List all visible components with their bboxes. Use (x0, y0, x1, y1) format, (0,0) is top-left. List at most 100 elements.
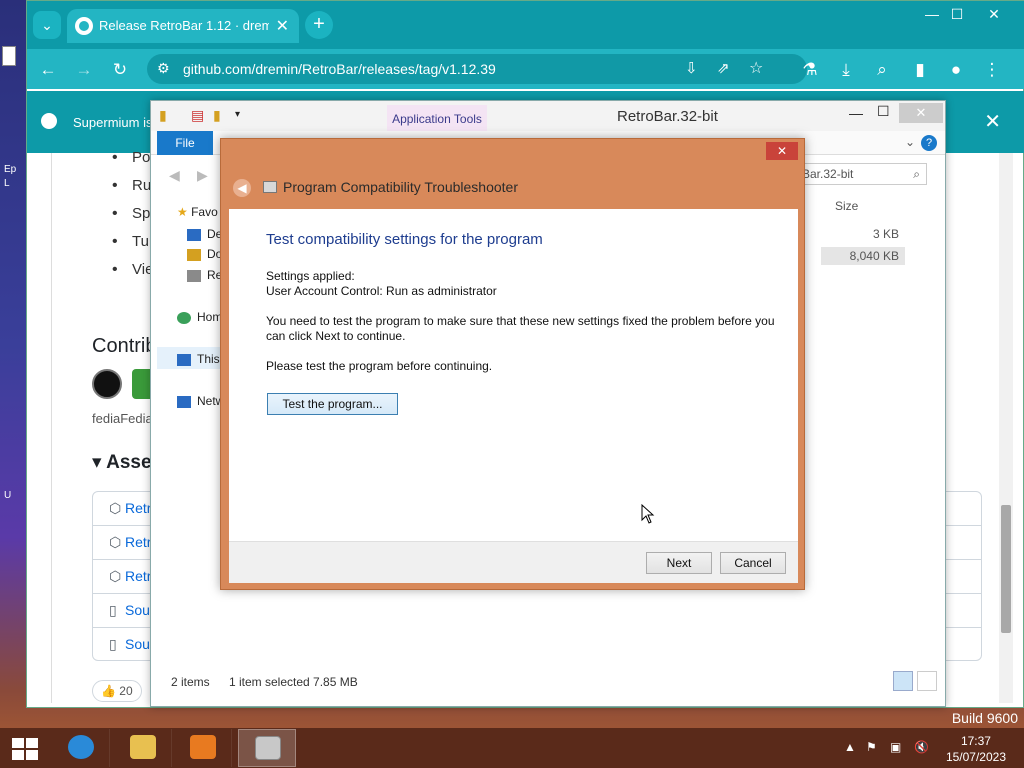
nav-network[interactable]: Netw (177, 394, 224, 408)
info-bar-close-button[interactable]: ✕ (984, 109, 1001, 134)
scrollbar-thumb[interactable] (1001, 505, 1011, 633)
forward-icon[interactable]: ▶ (197, 167, 208, 184)
profile-avatar-icon[interactable]: ● (945, 59, 967, 81)
help-icon[interactable]: ? (921, 135, 937, 151)
tab-title: Release RetroBar 1.12 · dremin/R (99, 18, 269, 33)
search-value: Bar.32-bit (802, 167, 854, 181)
quick-access-dropdown-icon[interactable]: ▾ (235, 109, 240, 120)
clock[interactable]: 17:37 15/07/2023 (946, 733, 1006, 765)
tab-active[interactable]: Release RetroBar 1.12 · dremin/R ✕ (67, 9, 299, 43)
large-icons-view-icon[interactable] (917, 671, 937, 691)
star-icon: ★ (177, 205, 192, 219)
status-selection: 1 item selected 7.85 MB (229, 675, 358, 689)
taskbar-ie[interactable] (52, 729, 110, 767)
ribbon-expand-icon[interactable]: ⌄ (905, 135, 915, 149)
file-zip-icon: ▯ (109, 636, 117, 652)
network-icon[interactable]: ▣ (890, 740, 901, 754)
info-bar-text: Supermium is (73, 115, 153, 130)
maximize-button[interactable]: ☐ (942, 5, 972, 25)
test-program-button[interactable]: Test the program... (267, 393, 398, 415)
side-panel-icon[interactable]: ▮ (909, 59, 931, 81)
nav-label: This (197, 352, 220, 366)
browser-toolbar: ← → ↻ ⚙ github.com/dremin/RetroBar/relea… (27, 49, 1024, 89)
avatar[interactable] (92, 369, 122, 399)
homegroup-icon (177, 311, 191, 324)
menu-kebab-icon[interactable]: ⋮ (981, 59, 1003, 81)
share-icon[interactable]: ⇗ (717, 59, 730, 77)
close-button[interactable]: ✕ (899, 103, 943, 123)
dialog-close-button[interactable]: ✕ (766, 142, 798, 160)
forward-icon[interactable]: → (73, 59, 95, 81)
nav-homegroup[interactable]: Hom (177, 310, 222, 324)
file-size: 8,040 KB (849, 249, 899, 263)
application-tools-tab[interactable]: Application Tools (387, 105, 487, 131)
tab-close-button[interactable]: ✕ (276, 16, 289, 36)
properties-icon[interactable]: ▤ (191, 107, 204, 124)
status-item-count: 2 items (171, 675, 210, 689)
windows-logo-pane (26, 738, 38, 748)
desktop-label: L (4, 178, 10, 189)
back-icon[interactable]: ◀ (169, 167, 180, 184)
nav-downloads[interactable]: Do (187, 247, 222, 261)
maximize-button[interactable]: ☐ (877, 103, 890, 120)
desktop-icon-partial[interactable] (2, 46, 16, 66)
close-window-button[interactable]: ✕ (979, 5, 1009, 25)
reaction-count: 20 (119, 684, 133, 698)
page-scrollbar[interactable] (999, 153, 1013, 703)
package-icon: ⬡ (109, 534, 122, 550)
taskbar-media-player[interactable] (174, 729, 232, 767)
new-tab-button[interactable]: + (305, 11, 333, 39)
dialog-footer: Next Cancel (229, 541, 798, 583)
dialog-heading: Test compatibility settings for the prog… (266, 231, 543, 248)
reload-icon[interactable]: ↻ (109, 59, 131, 81)
explorer-title: RetroBar.32-bit (617, 108, 718, 125)
windows-logo-pane (26, 750, 38, 760)
desktop-label: Ep (4, 164, 17, 175)
thumbs-up-icon: 👍 (101, 684, 120, 698)
nav-desktop[interactable]: De (187, 227, 222, 241)
bookmark-star-icon[interactable]: ☆ (749, 58, 763, 78)
search-icon[interactable]: ⌕ (871, 59, 893, 81)
taskbar-troubleshooter[interactable] (238, 729, 296, 767)
file-zip-icon: ▯ (109, 602, 117, 618)
reaction-thumbs-up[interactable]: 👍 20 (92, 680, 142, 702)
next-button[interactable]: Next (646, 552, 712, 574)
address-bar[interactable]: ⚙ github.com/dremin/RetroBar/releases/ta… (147, 54, 807, 84)
back-icon[interactable]: ← (37, 59, 59, 81)
nav-favorites[interactable]: ★ Favo (177, 205, 218, 219)
mouse-cursor-icon (641, 504, 655, 524)
taskbar-explorer[interactable] (114, 729, 172, 767)
minimize-button[interactable]: — (849, 105, 863, 121)
nav-recent[interactable]: Re (187, 268, 222, 282)
labs-icon[interactable]: ⚗ (799, 59, 821, 81)
troubleshooter-icon (255, 736, 281, 760)
clock-time: 17:37 (960, 734, 991, 748)
file-tab[interactable]: File (157, 131, 213, 155)
download-icon[interactable]: ⤓ (835, 59, 857, 81)
windows-logo-icon (12, 738, 24, 748)
github-icon (75, 17, 93, 35)
action-center-icon[interactable]: ⚑ (866, 740, 877, 754)
cancel-button[interactable]: Cancel (720, 552, 786, 574)
install-app-icon[interactable]: ⇩ (685, 59, 698, 77)
media-player-icon (190, 735, 216, 759)
search-box[interactable]: Bar.32-bit ⌕ (797, 163, 927, 185)
details-view-icon[interactable] (893, 671, 913, 691)
package-icon: ⬡ (109, 568, 122, 584)
start-button[interactable] (12, 738, 38, 760)
supermium-logo-icon (41, 113, 57, 129)
column-header-size[interactable]: Size (835, 199, 858, 213)
clock-date: 15/07/2023 (945, 750, 1006, 764)
tray-overflow-icon[interactable]: ▲ (844, 740, 856, 754)
site-info-icon[interactable]: ⚙ (157, 60, 170, 77)
nav-this-pc[interactable]: This (177, 352, 220, 366)
troubleshooter-icon (263, 181, 277, 193)
volume-muted-icon[interactable]: 🔇 (914, 740, 929, 754)
desktop-label: U (4, 490, 12, 501)
instruction-text: You need to test the program to make sur… (266, 314, 775, 343)
tab-search-button[interactable]: ⌄ (33, 11, 61, 39)
new-folder-icon[interactable]: ▮ (213, 107, 221, 124)
chevron-down-icon: ⌄ (41, 17, 53, 33)
back-arrow-icon[interactable]: ◀ (233, 179, 251, 197)
windows-logo-pane (12, 750, 24, 760)
